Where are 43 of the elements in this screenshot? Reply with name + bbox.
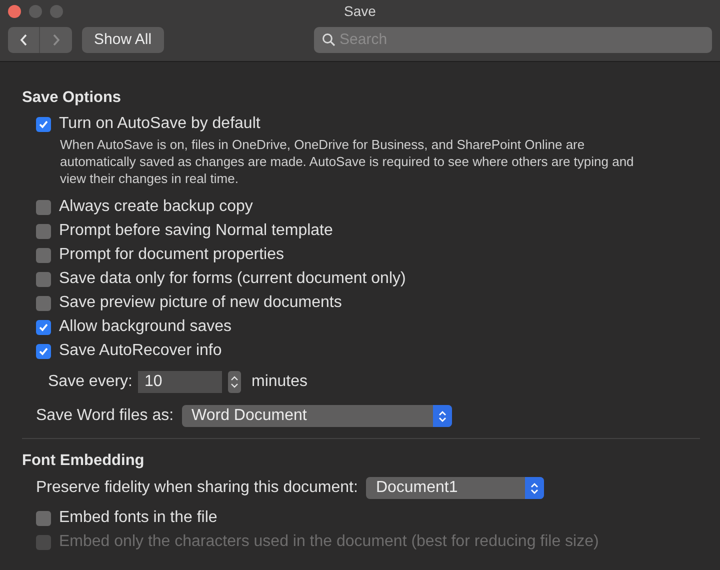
chevron-updown-icon — [524, 477, 544, 499]
dropdown[interactable]: Word Document — [182, 405, 452, 427]
description-text: When AutoSave is on, files in OneDrive, OneDrive for Business, and SharePoint Online are automatically saved as changes are made. AutoSave is required to see where others are typing and view their changes in real time. — [60, 136, 635, 188]
checkbox-label: Allow background saves — [59, 317, 232, 337]
show-all-button[interactable]: Show All — [82, 27, 164, 53]
minutes-label: minutes — [251, 372, 308, 392]
search-icon — [322, 33, 336, 47]
checkbox-label: Always create backup copy — [59, 197, 253, 217]
dropdown[interactable]: Document1 — [366, 477, 544, 499]
checkbox[interactable] — [36, 248, 51, 262]
checkmark-icon — [38, 118, 49, 130]
checkbox[interactable] — [36, 320, 51, 334]
checkbox-label: Prompt for document properties — [59, 245, 284, 265]
preserve-fidelity-label: Preserve fidelity when sharing this document: — [36, 478, 358, 498]
checkbox-label: Save preview picture of new documents — [59, 293, 342, 313]
checkbox-label: Embed only the characters used in the document (best for reducing file size) — [59, 532, 599, 552]
checkbox[interactable] — [36, 272, 51, 286]
save-as-label: Save Word files as: — [36, 406, 174, 426]
zoom-button[interactable] — [50, 4, 63, 18]
window-title: Save — [344, 2, 376, 20]
chevron-updown-icon — [432, 405, 452, 427]
stepper[interactable] — [228, 371, 242, 393]
section-heading: Font Embedding — [22, 451, 146, 471]
checkbox-label: Turn on AutoSave by default — [59, 114, 260, 134]
checkbox[interactable] — [36, 296, 51, 310]
checkbox-label: Save data only for forms (current document only) — [59, 269, 406, 289]
close-button[interactable] — [8, 4, 21, 18]
checkmark-icon — [38, 346, 49, 356]
minutes-field[interactable]: 10 — [138, 371, 222, 393]
checkbox[interactable] — [36, 510, 51, 526]
save-every-label: Save every: — [48, 372, 132, 392]
checkbox-label: Save AutoRecover info — [59, 341, 222, 361]
checkbox-label: Prompt before saving Normal template — [59, 221, 333, 241]
minimize-button[interactable] — [29, 4, 42, 18]
checkbox[interactable] — [36, 116, 51, 132]
checkbox[interactable] — [36, 344, 51, 358]
checkmark-icon — [38, 322, 49, 332]
chevron-right-icon — [51, 33, 61, 47]
section-heading: Save Options — [22, 88, 122, 108]
checkbox[interactable] — [36, 200, 51, 214]
checkbox[interactable] — [36, 224, 51, 238]
checkbox-label: Embed fonts in the file — [59, 508, 218, 528]
chevron-left-icon — [18, 33, 28, 47]
